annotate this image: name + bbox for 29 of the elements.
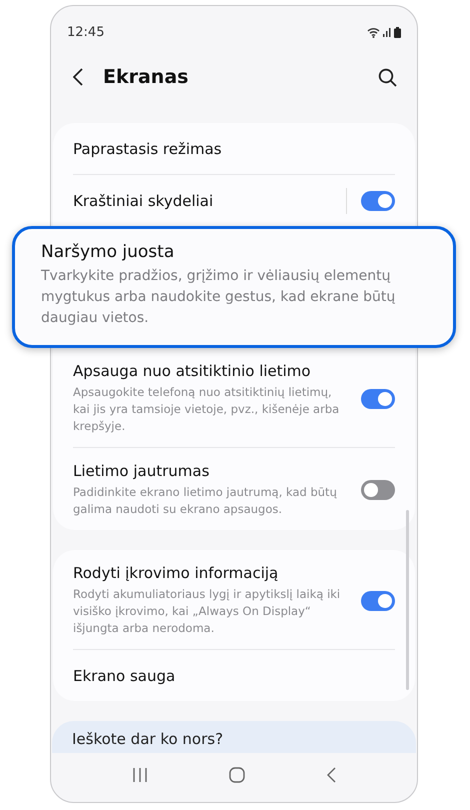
signal-icon	[383, 27, 391, 37]
suggestion-text: Ieškote dar ko nors?	[72, 730, 224, 748]
setting-title[interactable]: Rodyti įkrovimo informaciją	[73, 564, 353, 582]
recent-apps-icon[interactable]	[132, 768, 148, 782]
setting-title[interactable]: Ekrano sauga	[73, 666, 395, 684]
wifi-icon	[367, 26, 380, 38]
search-icon	[378, 68, 397, 86]
setting-description: Tvarkykite pradžios, grįžimo ir vėliausių elementų mygtukus arba naudokite gestus, kad ekrane būtų daugiau vietos.	[41, 267, 396, 328]
setting-title[interactable]: Paprastasis režimas	[73, 140, 395, 158]
battery-icon	[394, 26, 401, 38]
toggle-switch[interactable]	[361, 480, 395, 500]
setting-description: Apsaugokite telefoną nuo atsitiktinių lietimų, kai jis yra tamsioje vietoje, pvz., kišenėje arba krepšyje.	[73, 384, 340, 435]
setting-description: Padidinkite ekrano lietimo jautrumą, kad būtų galima naudoti su ekrano apsaugos.	[73, 484, 338, 518]
setting-title[interactable]: Apsauga nuo atsitiktinio lietimo	[73, 362, 353, 380]
setting-title[interactable]: Lietimo jautrumas	[73, 462, 353, 480]
setting-title: Naršymo juosta	[41, 242, 176, 262]
back-icon[interactable]	[326, 767, 336, 783]
page-title: Ekranas	[103, 66, 190, 88]
setting-title[interactable]: Kraštiniai skydeliai	[73, 192, 338, 210]
highlighted-setting[interactable]: Naršymo juosta Tvarkykite pradžios, grįžimo ir vėliausių elementų mygtukus arba naudokite gestus, kad ekrane būtų daugiau vietos.	[12, 226, 456, 348]
status-time: 12:45	[67, 24, 104, 40]
back-icon	[73, 68, 83, 86]
scrollbar-icon	[406, 510, 409, 690]
toggle-switch[interactable]	[361, 190, 395, 210]
toggle-switch[interactable]	[361, 590, 395, 610]
home-icon[interactable]	[228, 767, 245, 783]
toggle-switch[interactable]	[361, 388, 395, 408]
suggestion-card[interactable]: Ieškote dar ko nors?	[52, 721, 416, 753]
setting-description: Rodyti akumuliatoriaus lygį ir apytikslį laiką iki visiško įkrovimo, kai „Always On Display“ išjungta arba nerodoma.	[73, 586, 342, 637]
